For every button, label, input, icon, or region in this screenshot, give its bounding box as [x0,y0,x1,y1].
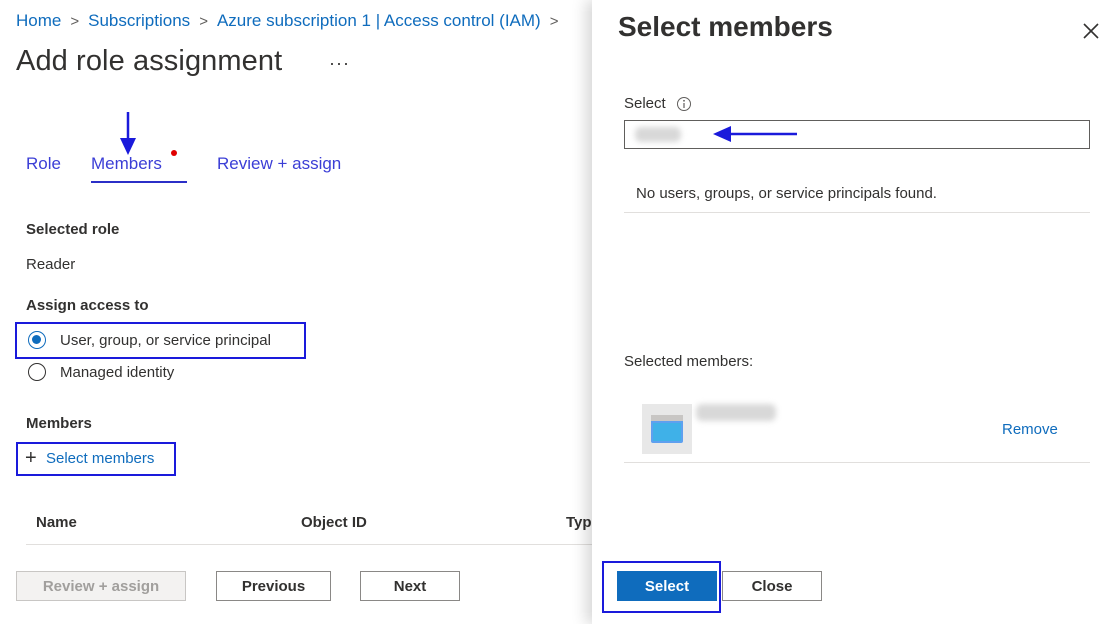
remove-member-link[interactable]: Remove [1002,421,1058,438]
column-header-type[interactable]: Typ [566,514,592,531]
active-tab-underline [91,181,187,183]
redacted-search-text [635,127,681,142]
info-icon[interactable] [676,96,692,112]
members-heading: Members [26,415,92,432]
member-avatar [642,404,692,454]
app-registration-icon [651,415,683,443]
plus-icon: + [25,447,37,469]
tab-members[interactable]: Members [91,154,162,174]
panel-title: Select members [618,11,833,42]
selected-divider [624,462,1090,463]
redacted-member-name [696,404,776,421]
results-divider [624,212,1090,213]
member-search-input[interactable] [624,120,1090,149]
more-options-button[interactable]: ··· [329,53,350,74]
selected-role-value: Reader [26,256,76,273]
radio-user-group-sp[interactable] [28,331,46,349]
no-results-message: No users, groups, or service principals … [636,185,937,202]
column-header-name[interactable]: Name [36,514,77,531]
breadcrumb-iam[interactable]: Azure subscription 1 | Access control (I… [217,11,541,31]
breadcrumb-separator: > [70,12,80,30]
breadcrumb-home[interactable]: Home [16,11,61,31]
breadcrumb-separator: > [549,12,559,30]
radio-label-managed-identity: Managed identity [60,364,175,381]
tab-role[interactable]: Role [26,154,61,174]
select-members-panel: Select members Select No users, groups, … [592,0,1110,624]
annotation-arrow-down-icon [120,112,136,155]
column-header-object-id[interactable]: Object ID [301,514,367,531]
breadcrumb: Home > Subscriptions > Azure subscriptio… [16,11,567,31]
previous-button[interactable]: Previous [216,571,331,601]
tab-review-assign[interactable]: Review + assign [217,154,341,174]
breadcrumb-subscriptions[interactable]: Subscriptions [88,11,190,31]
annotation-arrow-left-icon [713,126,797,142]
next-button[interactable]: Next [360,571,460,601]
select-button[interactable]: Select [617,571,717,601]
close-icon[interactable] [1080,20,1102,42]
select-label: Select [624,95,666,112]
radio-label-user-group-sp: User, group, or service principal [60,332,271,349]
review-assign-button[interactable]: Review + assign [16,571,186,601]
radio-managed-identity[interactable] [28,363,46,381]
table-divider [26,544,592,545]
close-button[interactable]: Close [722,571,822,601]
assign-access-heading: Assign access to [26,297,149,314]
page-title: Add role assignment [16,45,283,77]
breadcrumb-separator: > [199,12,208,30]
selected-role-heading: Selected role [26,221,120,238]
select-members-link[interactable]: Select members [46,450,154,467]
selected-members-label: Selected members: [624,353,754,370]
required-indicator [171,150,177,156]
